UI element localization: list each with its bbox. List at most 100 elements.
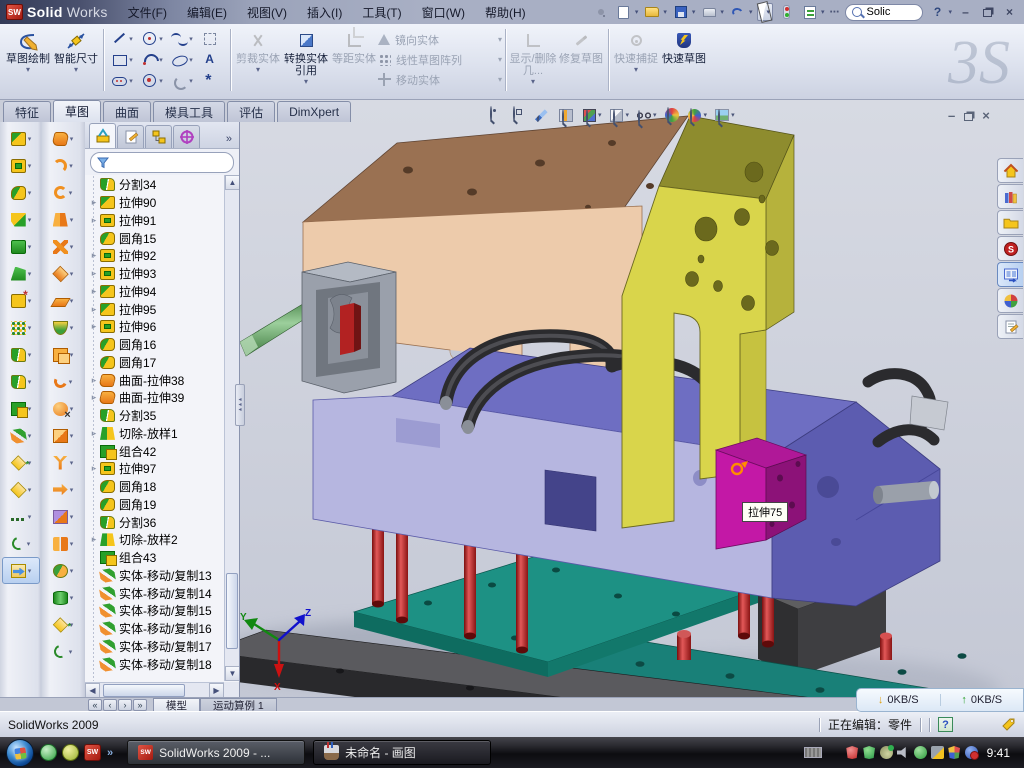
reference-plane-icon[interactable]: ▾ xyxy=(2,476,40,503)
quick-launch-icon[interactable] xyxy=(62,744,79,761)
minimize-button[interactable]: – xyxy=(957,5,974,20)
expand-arrow-icon[interactable] xyxy=(88,215,100,226)
menu-item[interactable]: 插入(I) xyxy=(297,4,352,21)
tree-item[interactable]: 实体-移动/复制15 xyxy=(88,602,223,620)
tree-item[interactable]: 拉伸97 xyxy=(88,460,223,478)
tree-item[interactable]: 圆角16 xyxy=(88,336,223,354)
offset-entities-button[interactable]: 等距实体 xyxy=(330,27,378,93)
headsup-tool-button[interactable]: ▾ xyxy=(609,107,630,123)
new-document-icon[interactable] xyxy=(615,3,633,21)
network-warning-icon[interactable] xyxy=(931,746,944,759)
scroll-left-button[interactable]: ◀ xyxy=(85,683,100,698)
split-icon[interactable]: ▾ xyxy=(2,341,40,368)
quick-launch-chevron-icon[interactable]: » xyxy=(107,747,113,759)
sketch-entity-button[interactable]: ▾ xyxy=(197,28,227,49)
cavity-insert-block[interactable] xyxy=(302,262,396,393)
save-icon[interactable] xyxy=(672,3,690,21)
tree-item[interactable]: 拉伸96 xyxy=(88,318,223,336)
tree-item[interactable]: 圆角19 xyxy=(88,496,223,514)
sketch-entity-button[interactable]: ▾ xyxy=(167,49,197,70)
undo-icon[interactable] xyxy=(729,3,747,21)
expand-arrow-icon[interactable] xyxy=(88,463,100,474)
expand-arrow-icon[interactable] xyxy=(88,250,100,261)
extend-surface-icon[interactable]: ▾ xyxy=(44,449,82,476)
reference-axis-icon[interactable]: ▾ xyxy=(2,503,40,530)
boundary-surface-icon[interactable]: ▾ xyxy=(44,233,82,260)
tree-item[interactable]: 分割35 xyxy=(88,407,223,425)
help-icon[interactable]: ? xyxy=(928,3,946,21)
tree-item[interactable]: 实体-移动/复制13 xyxy=(88,567,223,585)
doc-restore-button[interactable] xyxy=(964,113,973,121)
headsup-tool-button[interactable]: ▾ xyxy=(557,107,574,123)
shell-icon[interactable]: ▾ xyxy=(2,233,40,260)
ribbon-tab[interactable]: 特征 xyxy=(3,101,51,122)
menu-item[interactable]: 编辑(E) xyxy=(177,4,237,21)
scroll-up-button[interactable]: ▲ xyxy=(225,175,239,190)
print-icon[interactable] xyxy=(700,3,718,21)
tree-item[interactable]: 拉伸94 xyxy=(88,283,223,301)
antivirus-shield-icon[interactable] xyxy=(846,746,859,759)
headsup-tool-button[interactable]: ▾ xyxy=(687,107,708,123)
tree-item[interactable]: 分割36 xyxy=(88,513,223,531)
taskbar-window-button[interactable]: 未命名 - 画图 xyxy=(313,740,491,765)
tree-item[interactable]: 切除-放样2 xyxy=(88,531,223,549)
tree-item[interactable]: 实体-移动/复制14 xyxy=(88,584,223,602)
stack-tool-button[interactable]: 移动实体 ▾ xyxy=(378,70,502,90)
scroll-down-button[interactable]: ▼ xyxy=(225,666,239,681)
appearances-icon[interactable] xyxy=(997,288,1023,313)
expand-arrow-icon[interactable] xyxy=(88,428,100,439)
planar-surface-icon[interactable]: ▾ xyxy=(44,287,82,314)
sketch-entity-button[interactable]: ▾ xyxy=(197,49,227,70)
sketch-entity-button[interactable]: ▾ xyxy=(137,70,167,91)
ribbon-tab[interactable]: 草图 xyxy=(53,100,101,122)
volume-icon[interactable] xyxy=(897,746,910,759)
doc-minimize-button[interactable]: – xyxy=(948,108,955,123)
tag-icon[interactable] xyxy=(1001,717,1016,732)
panel-splitter-handle[interactable]: ◂◂◂ xyxy=(235,384,245,426)
safely-remove-icon[interactable] xyxy=(914,746,927,759)
ribbon-tab[interactable]: 曲面 xyxy=(103,101,151,122)
reference-point-icon[interactable]: ▾ xyxy=(2,449,40,476)
extruded-cut-icon[interactable]: ▾ xyxy=(2,152,40,179)
security-center-icon[interactable] xyxy=(948,746,961,759)
convert-entities-button[interactable]: 转换实体引用 ▾ xyxy=(282,27,330,93)
expand-arrow-icon[interactable] xyxy=(88,286,100,297)
search-input[interactable] xyxy=(866,6,916,18)
sketch-entity-button[interactable]: ▾ xyxy=(137,49,167,70)
rapid-sketch-button[interactable]: 快速草图 xyxy=(660,27,708,93)
ribbon-tab[interactable]: 模具工具 xyxy=(153,101,225,122)
headsup-tool-button[interactable]: ▾ xyxy=(636,107,657,123)
tree-item[interactable]: 实体-移动/复制18 xyxy=(88,655,223,673)
linear-pattern-icon[interactable]: ▾ xyxy=(2,314,40,341)
move-copy-body-icon[interactable]: ▾ xyxy=(2,422,40,449)
status-help-icon[interactable]: ? xyxy=(938,717,953,732)
extruded-surface-icon[interactable]: ▾ xyxy=(44,125,82,152)
expand-arrow-icon[interactable] xyxy=(88,321,100,332)
dimxpert-manager-tab[interactable] xyxy=(173,125,200,148)
tab-nav-button[interactable] xyxy=(133,699,147,711)
swept-surface-icon[interactable]: ▾ xyxy=(44,179,82,206)
headsup-tool-button[interactable]: ▾ xyxy=(488,107,504,123)
sketch-entity-button[interactable]: ▾ xyxy=(167,28,197,49)
thickened-cut-icon[interactable]: ▾ xyxy=(44,584,82,611)
tab-nav-button[interactable] xyxy=(118,699,132,711)
display-delete-relations-button[interactable]: 显示/删除几... ▾ xyxy=(509,27,557,93)
sketch-entity-button[interactable]: ▾ xyxy=(137,28,167,49)
sketch-button[interactable]: 草图绘制 ▾ xyxy=(4,27,52,93)
chamfer-icon[interactable]: ▾ xyxy=(2,206,40,233)
tree-item[interactable]: 拉伸90 xyxy=(88,194,223,212)
search-box[interactable] xyxy=(845,4,923,21)
replace-face-icon[interactable]: ▾ xyxy=(44,422,82,449)
freeform-icon[interactable]: ▾ xyxy=(44,314,82,341)
curves-icon[interactable]: ▾ xyxy=(44,638,82,665)
tree-item[interactable]: 组合42 xyxy=(88,442,223,460)
property-manager-tab[interactable] xyxy=(117,125,144,148)
tree-item[interactable]: 拉伸92 xyxy=(88,247,223,265)
tree-item[interactable]: 圆角15 xyxy=(88,229,223,247)
repair-sketch-button[interactable]: 修复草图 xyxy=(557,27,605,93)
rebuild-traffic-light-icon[interactable] xyxy=(778,3,796,21)
menu-item[interactable]: 窗口(W) xyxy=(412,4,475,21)
fillet-icon[interactable]: ▾ xyxy=(2,179,40,206)
taskbar-window-button[interactable]: SW SolidWorks 2009 - ... xyxy=(127,740,305,765)
sketch-entity-button[interactable]: ▾ xyxy=(167,70,197,91)
